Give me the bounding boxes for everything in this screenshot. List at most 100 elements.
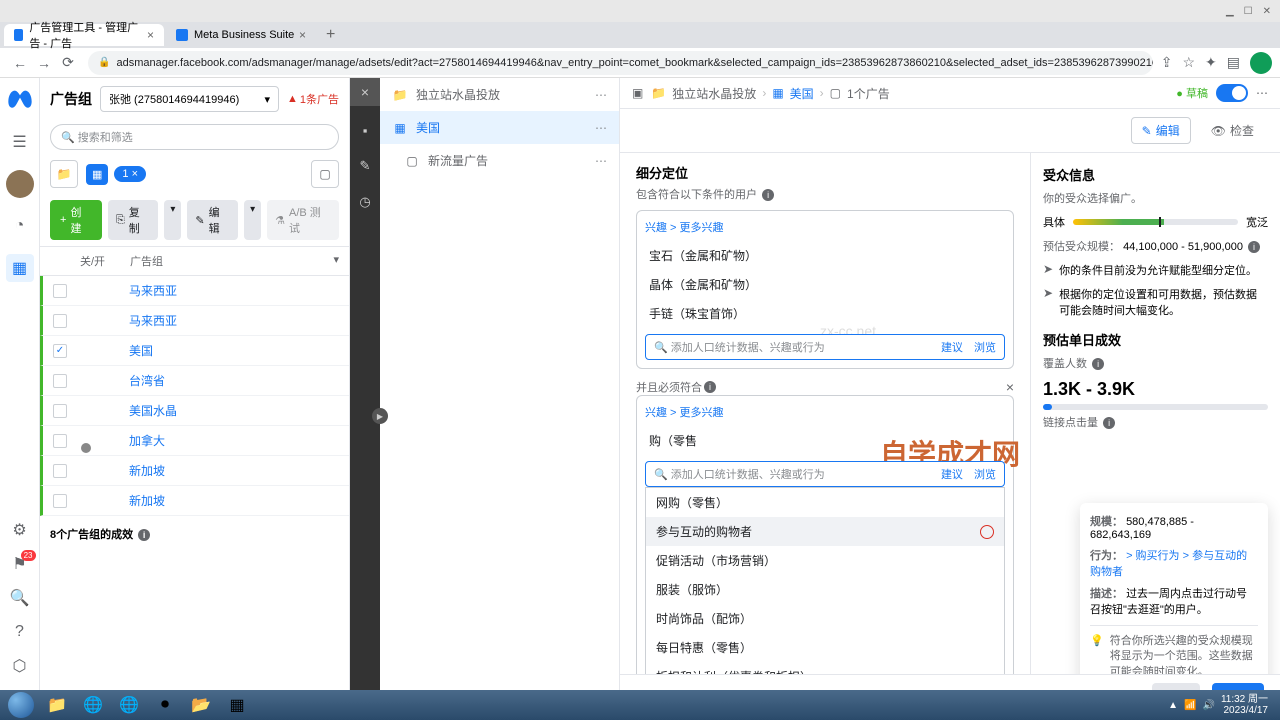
reload-button[interactable]: ⟳ (56, 54, 80, 71)
row-checkbox[interactable]: ✓ (53, 344, 67, 358)
suggestion-item[interactable]: 服装（服饰） (646, 575, 1004, 604)
tree-item[interactable]: ▢ 新流量广告 ⋯ (380, 144, 619, 177)
notifications-icon[interactable]: ⚑ (10, 554, 30, 574)
row-checkbox[interactable] (53, 434, 67, 448)
abtest-button[interactable]: ⚗ A/B 测试 (267, 200, 339, 240)
layout-button[interactable]: ▢ (311, 160, 339, 188)
tree-root[interactable]: 📁 独立站水晶投放 ⋯ (380, 78, 619, 111)
maximize-icon[interactable]: ☐ (1244, 6, 1253, 17)
more-icon[interactable]: ⋯ (595, 154, 607, 168)
table-row[interactable]: 马来西亚 (40, 276, 349, 306)
table-row[interactable]: 新加坡 (40, 486, 349, 516)
suggest-link[interactable]: 建议 (941, 342, 963, 354)
suggestion-item[interactable]: 促销活动（市场营销） (646, 546, 1004, 575)
warning-badge[interactable]: ▲ 1条广告 (287, 91, 339, 107)
menu-icon[interactable]: ☰ (10, 132, 30, 152)
chrome-icon[interactable]: 🌐 (76, 693, 110, 717)
suggest-link[interactable]: 建议 (941, 469, 963, 481)
edit-button[interactable]: ✎ 编辑 (187, 200, 238, 240)
suggestion-item[interactable]: 参与互动的购物者 (646, 517, 1004, 546)
info-icon[interactable]: i (1248, 241, 1260, 253)
row-checkbox[interactable] (53, 374, 67, 388)
share-icon[interactable]: ⇪ (1161, 54, 1173, 71)
account-selector[interactable]: 张弛 (2758014694419946) ▾ (100, 86, 279, 112)
sidepanel-icon[interactable]: ▤ (1227, 54, 1240, 71)
help-icon[interactable]: ? (10, 622, 30, 642)
row-name[interactable]: 美国水晶 (129, 402, 339, 419)
suggestion-item[interactable]: 每日特惠（零售） (646, 633, 1004, 662)
interests-breadcrumb[interactable]: 兴趣 > 更多兴趣 (645, 219, 1005, 235)
info-icon[interactable]: i (762, 189, 774, 201)
view-grid-button[interactable]: ▦ (86, 164, 108, 185)
interest-pill[interactable]: 晶体（金属和矿物） (645, 270, 1005, 299)
network-icon[interactable]: 📶 (1184, 700, 1196, 711)
more-icon[interactable]: ⋯ (595, 121, 607, 135)
row-name[interactable]: 新加坡 (129, 462, 339, 479)
status-toggle[interactable] (1216, 84, 1248, 102)
edit-icon[interactable]: ✎ (353, 154, 377, 178)
browser-tab-active[interactable]: 广告管理工具 - 管理广告 - 广告 × (4, 24, 164, 46)
user-avatar[interactable] (6, 170, 34, 198)
back-button[interactable]: ← (8, 55, 32, 71)
explorer-icon[interactable]: 📁 (40, 693, 74, 717)
suggestion-item[interactable]: 网购（零售） (646, 488, 1004, 517)
row-name[interactable]: 马来西亚 (129, 282, 339, 299)
clock[interactable]: 11:32 周一 2023/4/17 (1221, 694, 1268, 716)
folder-button[interactable]: 📁 (50, 160, 78, 188)
browser-tab[interactable]: Meta Business Suite × (166, 24, 316, 46)
grid-icon[interactable]: ▦ (6, 254, 34, 282)
table-row[interactable]: 台湾省 (40, 366, 349, 396)
panel-toggle-icon[interactable]: ▣ (632, 86, 643, 100)
row-name[interactable]: 马来西亚 (129, 312, 339, 329)
row-name[interactable]: 美国 (129, 342, 339, 359)
row-checkbox[interactable] (53, 494, 67, 508)
row-name[interactable]: 台湾省 (129, 372, 339, 389)
close-icon[interactable]: ✕ (1263, 6, 1271, 17)
start-button[interactable] (4, 693, 38, 717)
info-icon[interactable]: i (138, 529, 150, 541)
tree-item-selected[interactable]: ▦ 美国 ⋯ (380, 111, 619, 144)
interest-pill[interactable]: 手链（珠宝首饰） (645, 299, 1005, 328)
row-checkbox[interactable] (53, 284, 67, 298)
table-row[interactable]: 美国水晶 (40, 396, 349, 426)
bc-ad[interactable]: 1个广告 (847, 85, 890, 102)
row-checkbox[interactable] (53, 464, 67, 478)
row-checkbox[interactable] (53, 314, 67, 328)
interests-search-2[interactable]: 🔍 添加人口统计数据、兴趣或行为 建议 浏览 (645, 461, 1005, 487)
copy-dropdown[interactable]: ▾ (164, 200, 181, 240)
table-row[interactable]: 新加坡 (40, 456, 349, 486)
bug-icon[interactable]: ⬡ (10, 656, 30, 676)
table-row[interactable]: 加拿大 (40, 426, 349, 456)
row-name[interactable]: 加拿大 (129, 432, 339, 449)
search-icon[interactable]: 🔍 (10, 588, 30, 608)
info-icon[interactable]: i (1092, 358, 1104, 370)
folder-icon[interactable]: 📂 (184, 693, 218, 717)
gauge-icon[interactable]: ◔ (10, 216, 30, 236)
interests-breadcrumb[interactable]: 兴趣 > 更多兴趣 (645, 404, 1005, 420)
bc-adset[interactable]: 美国 (790, 85, 814, 102)
interests-search[interactable]: 🔍 添加人口统计数据、兴趣或行为 建议 浏览 (645, 334, 1005, 360)
row-checkbox[interactable] (53, 404, 67, 418)
url-input[interactable]: 🔒 adsmanager.facebook.com/adsmanager/man… (88, 51, 1153, 75)
clock-icon[interactable]: ◷ (353, 190, 377, 214)
forward-button[interactable]: → (32, 55, 56, 71)
meta-logo[interactable] (6, 86, 34, 114)
profile-avatar[interactable] (1250, 52, 1272, 74)
tray-icon[interactable]: ▲ (1168, 700, 1178, 711)
gear-icon[interactable]: ⚙ (10, 520, 30, 540)
suggestion-item[interactable]: 折扣和让利（优惠券和折扣） (646, 662, 1004, 674)
remove-icon[interactable]: × (1006, 379, 1014, 395)
row-name[interactable]: 新加坡 (129, 492, 339, 509)
bc-folder[interactable]: 独立站水晶投放 (672, 85, 756, 102)
table-row[interactable]: ✓ 美国 (40, 336, 349, 366)
inspect-tab[interactable]: 👁 检查 (1201, 117, 1264, 144)
info-icon[interactable]: i (704, 381, 716, 393)
table-row[interactable]: 马来西亚 (40, 306, 349, 336)
browse-link[interactable]: 浏览 (974, 342, 996, 354)
suggestion-item[interactable]: 时尚饰品（配饰） (646, 604, 1004, 633)
edit-dropdown[interactable]: ▾ (244, 200, 261, 240)
copy-button[interactable]: ⎘ 复制 (108, 200, 158, 240)
more-icon[interactable]: ⋯ (595, 88, 607, 102)
sound-icon[interactable]: 🔊 (1202, 700, 1214, 711)
star-icon[interactable]: ☆ (1182, 54, 1195, 71)
